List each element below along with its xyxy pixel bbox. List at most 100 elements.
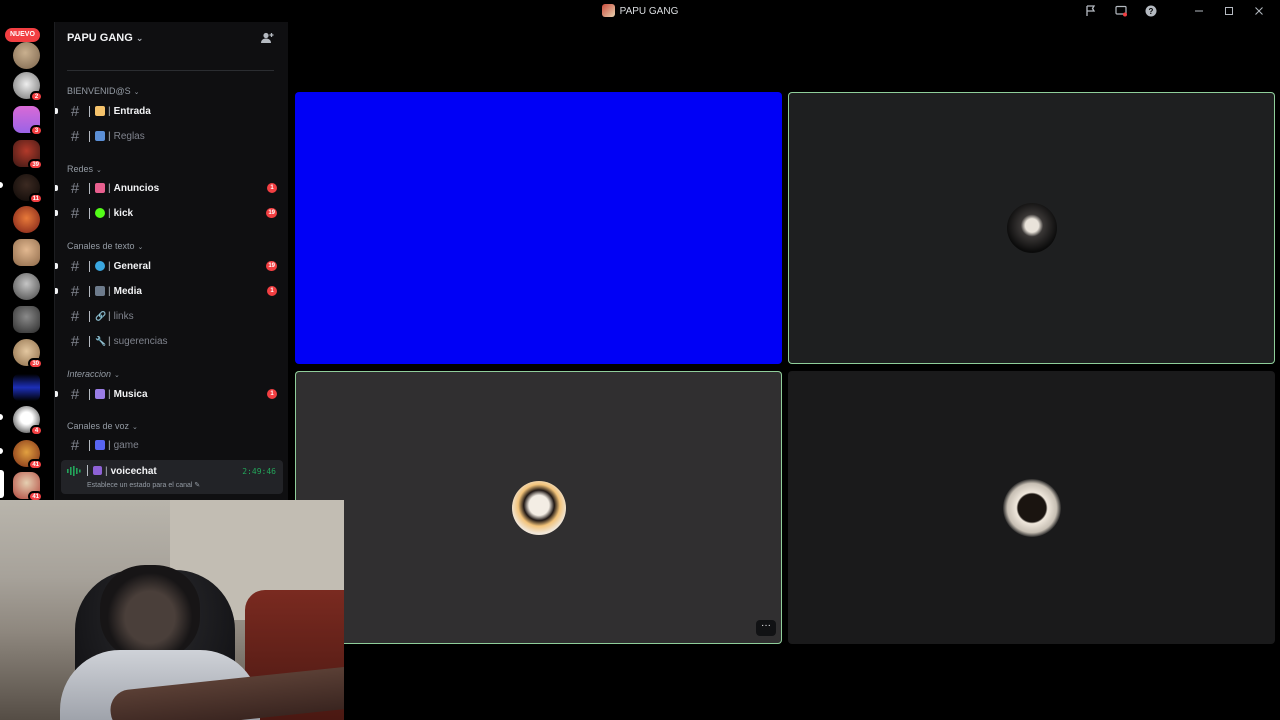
chevron-down-icon: ⌄ — [132, 424, 138, 431]
hash-icon: # — [70, 204, 80, 222]
channel-links[interactable]: # 🔗 | links — [61, 304, 283, 328]
participant-tile[interactable] — [788, 92, 1275, 364]
unread-pip — [55, 263, 58, 269]
channel-entrada[interactable]: # | Entrada — [55, 99, 283, 123]
server-icon[interactable] — [13, 42, 40, 69]
channel-sugerencias[interactable]: # 🔧 | sugerencias — [61, 329, 283, 353]
hash-icon: # — [70, 436, 80, 454]
server-icon[interactable] — [13, 306, 40, 333]
server-icon[interactable]: 41 — [13, 440, 43, 470]
channel-reglas[interactable]: # | Reglas — [61, 124, 283, 148]
channel-anuncios[interactable]: # | Anuncios 1 — [55, 176, 283, 200]
more-options-button[interactable]: ··· — [756, 620, 776, 636]
server-icon[interactable]: 41 — [13, 472, 43, 502]
server-header[interactable]: PAPU GANG ⌄ — [55, 22, 288, 54]
hash-icon: # — [70, 257, 80, 275]
unread-pip — [0, 448, 3, 454]
chevron-down-icon: ⌄ — [137, 244, 144, 251]
svg-text:?: ? — [1149, 7, 1154, 16]
server-icon[interactable] — [13, 273, 40, 300]
mention-badge: 1 — [267, 286, 277, 296]
chevron-down-icon: ⌄ — [96, 167, 102, 174]
webcam-overlay — [0, 500, 344, 720]
chevron-down-icon: ⌄ — [114, 372, 120, 379]
hash-icon: # — [70, 127, 80, 145]
voice-channel-voicechat[interactable]: | voicechat 2:49:46 Establece un estado p… — [61, 460, 283, 494]
pencil-icon: ✎ — [194, 482, 201, 489]
channel-kick[interactable]: # | kick 19 — [55, 201, 283, 225]
close-icon[interactable] — [1244, 3, 1274, 19]
server-icon[interactable]: 30 — [13, 339, 43, 369]
server-icon[interactable]: 4 — [13, 406, 43, 436]
rules-emoji-icon — [95, 131, 105, 141]
screen-share-tile[interactable] — [295, 92, 782, 364]
channel-musica[interactable]: # | Musica 1 — [55, 382, 283, 406]
participant-tile[interactable] — [788, 371, 1275, 644]
hash-icon: # — [70, 282, 80, 300]
category-bienvenidos[interactable]: BIENVENID@S ⌄ — [55, 84, 140, 98]
new-badge[interactable]: NUEVO — [5, 28, 40, 42]
hash-icon: # — [70, 179, 80, 197]
unread-pip — [55, 391, 58, 397]
mention-badge: 1 — [267, 183, 277, 193]
wrench-emoji-icon: 🔧 — [95, 336, 107, 346]
add-member-icon[interactable] — [260, 31, 274, 45]
title-bar: PAPU GANG ? — [0, 0, 1280, 22]
server-icon[interactable]: 2 — [13, 72, 43, 102]
wave-emoji-icon — [95, 106, 105, 116]
avatar — [511, 480, 566, 535]
chevron-down-icon: ⌄ — [133, 89, 140, 96]
divider — [1166, 3, 1184, 19]
category-voz[interactable]: Canales de voz ⌄ — [55, 419, 138, 433]
participant-tile[interactable]: ··· — [295, 371, 782, 644]
voice-stage: ··· — [288, 22, 1280, 720]
server-icon[interactable]: 3 — [13, 106, 43, 136]
unread-pip — [55, 288, 58, 294]
mention-badge: 39 — [28, 159, 43, 170]
unread-pip — [55, 185, 58, 191]
screen-share-icon[interactable] — [1106, 3, 1136, 19]
selected-pip — [0, 470, 4, 498]
avatar — [1006, 203, 1057, 253]
category-texto[interactable]: Canales de texto ⌄ — [55, 239, 143, 253]
film-emoji-icon — [95, 286, 105, 296]
channel-game[interactable]: # | game — [61, 433, 283, 457]
unread-pip — [55, 210, 58, 216]
maximize-icon[interactable] — [1214, 3, 1244, 19]
set-status-button[interactable]: Establece un estado para el canal ✎ — [87, 481, 200, 489]
server-icon[interactable]: 11 — [13, 174, 43, 204]
help-icon[interactable]: ? — [1136, 3, 1166, 19]
mention-badge: 4 — [30, 425, 43, 436]
voice-timer: 2:49:46 — [242, 467, 276, 476]
category-interaccion[interactable]: Interaccion ⌄ — [55, 367, 120, 381]
mention-badge: 2 — [30, 91, 43, 102]
server-icon[interactable] — [13, 206, 40, 233]
server-icon[interactable] — [13, 374, 40, 401]
server-rail: NUEVO 2 3 39 11 30 4 41 41 — [0, 22, 54, 502]
globe-emoji-icon — [95, 261, 105, 271]
channel-media[interactable]: # | Media 1 — [55, 279, 283, 303]
server-icon[interactable]: 39 — [13, 140, 43, 170]
megaphone-emoji-icon — [95, 183, 105, 193]
user-emoji-icon — [93, 466, 102, 475]
channel-sidebar: PAPU GANG ⌄ BIENVENID@S ⌄ # | Entrada # | Re… — [54, 22, 288, 500]
mention-badge: 30 — [28, 358, 43, 369]
category-redes[interactable]: Redes ⌄ — [55, 162, 102, 176]
unread-pip — [55, 108, 58, 114]
minimize-icon[interactable] — [1184, 3, 1214, 19]
chevron-down-icon: ⌄ — [135, 33, 144, 43]
unread-pip — [0, 414, 3, 420]
voice-channel-name: | voicechat — [87, 465, 157, 477]
hash-icon: # — [70, 307, 80, 325]
mention-badge: 19 — [266, 208, 277, 218]
server-icon — [601, 4, 615, 17]
hash-icon: # — [70, 385, 80, 403]
mention-badge: 41 — [28, 459, 43, 470]
inbox-icon[interactable] — [1076, 3, 1106, 19]
mention-badge: 3 — [30, 125, 43, 136]
server-icon[interactable] — [13, 239, 40, 266]
kick-emoji-icon — [95, 208, 105, 218]
channel-general[interactable]: # | General 19 — [55, 254, 283, 278]
mention-badge: 19 — [266, 261, 277, 271]
person-head — [100, 565, 200, 660]
